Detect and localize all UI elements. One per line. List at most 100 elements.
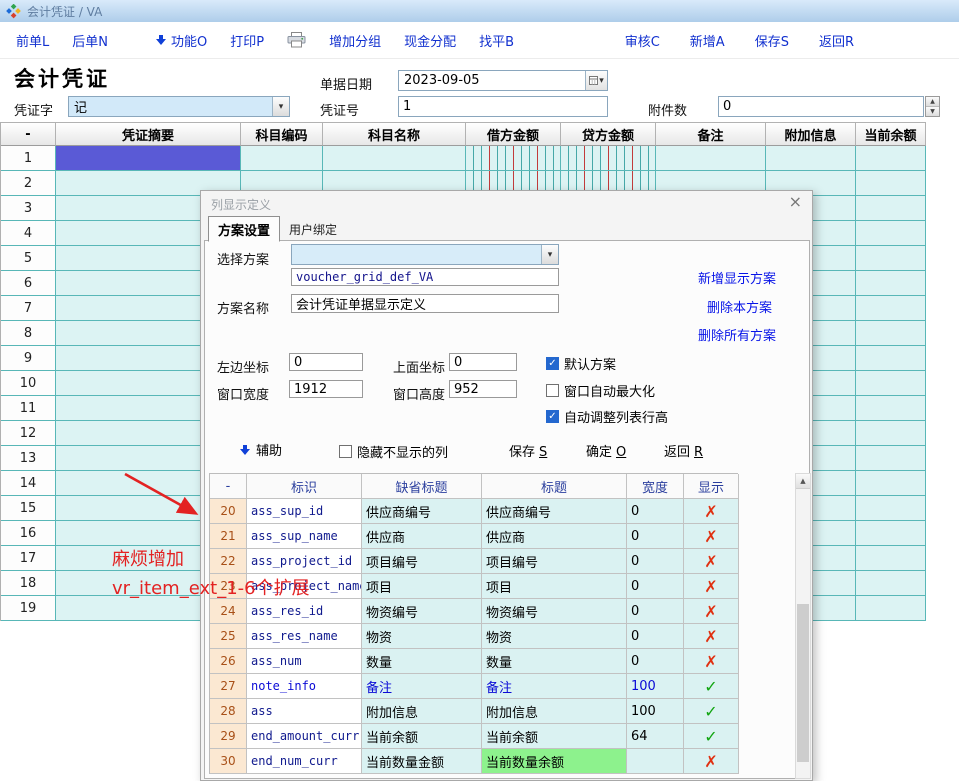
voucher-cell[interactable] [856,396,926,421]
voucher-word-select[interactable]: 记 ▾ [68,96,290,117]
def-col-title[interactable]: 项目 [482,574,627,599]
voucher-row-number[interactable]: 12 [1,421,56,446]
voucher-row-number[interactable]: 18 [1,571,56,596]
def-col-width[interactable]: 100 [627,699,684,724]
new-button[interactable]: 新增A [690,31,725,50]
def-row-number[interactable]: 26 [210,649,247,674]
def-col-id[interactable]: end_num_curr [247,749,362,774]
voucher-cell[interactable] [856,546,926,571]
voucher-cell[interactable] [856,196,926,221]
auto-maximize-checkbox[interactable]: 窗口自动最大化 [546,381,655,400]
top-coord-input[interactable] [449,353,517,371]
def-col-title[interactable]: 当前余额 [482,724,627,749]
voucher-row-number[interactable]: 17 [1,546,56,571]
def-col-id[interactable]: ass_project_id [247,549,362,574]
grid-header-col-3[interactable]: 科目名称 [323,122,466,146]
delete-scheme-link[interactable]: 删除本方案 [707,297,772,316]
def-col-show[interactable]: ✗ [684,649,739,674]
next-doc-button[interactable]: 后单N [72,31,108,50]
def-col-title[interactable]: 供应商编号 [482,499,627,524]
def-col-default-title[interactable]: 数量 [362,649,482,674]
def-col-show[interactable]: ✗ [684,524,739,549]
back-button[interactable]: 返回R [819,31,854,50]
voucher-cell[interactable] [856,221,926,246]
grid-header-col-0[interactable]: - [1,122,56,146]
dialog-ok-button[interactable]: 确定O [586,441,626,460]
def-col-width[interactable]: 100 [627,674,684,699]
scrollbar-thumb[interactable] [797,604,809,762]
balance-button[interactable]: 找平B [479,31,514,50]
left-coord-input[interactable] [289,353,363,371]
voucher-cell[interactable] [856,296,926,321]
def-col-id[interactable]: ass_sup_id [247,499,362,524]
voucher-row-number[interactable]: 7 [1,296,56,321]
voucher-cell[interactable] [856,446,926,471]
grid-header-col-1[interactable]: 凭证摘要 [56,122,241,146]
voucher-row-number[interactable]: 6 [1,271,56,296]
def-col-show[interactable]: ✗ [684,624,739,649]
voucher-cell[interactable] [856,371,926,396]
delete-all-schemes-link[interactable]: 删除所有方案 [698,325,776,344]
tab-user-binding[interactable]: 用户绑定 [280,218,346,241]
voucher-cell[interactable] [856,571,926,596]
def-col-title[interactable]: 物资编号 [482,599,627,624]
voucher-cell[interactable] [656,146,766,171]
grid-header-col-8[interactable]: 当前余额 [856,122,926,146]
def-col-width[interactable] [627,749,684,774]
grid-header-col-2[interactable]: 科目编码 [241,122,323,146]
def-col-width[interactable]: 0 [627,499,684,524]
voucher-cell[interactable] [856,271,926,296]
audit-button[interactable]: 审核C [625,31,660,50]
def-col-title[interactable]: 项目编号 [482,549,627,574]
def-table-header-5[interactable]: 显示 [684,474,739,499]
def-col-id[interactable]: ass_res_id [247,599,362,624]
hide-hidden-columns-checkbox[interactable]: 隐藏不显示的列 [339,442,448,461]
def-col-default-title[interactable]: 当前余额 [362,724,482,749]
voucher-cell[interactable] [323,146,466,171]
voucher-row-number[interactable]: 14 [1,471,56,496]
def-col-title[interactable]: 数量 [482,649,627,674]
attach-count-stepper[interactable]: ▲ ▼ [925,96,940,117]
save-button[interactable]: 保存S [755,31,789,50]
prev-doc-button[interactable]: 前单L [16,31,49,50]
scrollbar-up-icon[interactable]: ▲ [796,474,810,489]
def-row-number[interactable]: 30 [210,749,247,774]
voucher-cell[interactable] [466,146,561,171]
scheme-name-input[interactable] [291,294,559,313]
new-scheme-link[interactable]: 新增显示方案 [698,268,776,287]
def-col-width[interactable]: 0 [627,549,684,574]
def-col-title[interactable]: 供应商 [482,524,627,549]
add-group-button[interactable]: 增加分组 [329,31,381,50]
def-col-id[interactable]: note_info [247,674,362,699]
voucher-row-number[interactable]: 5 [1,246,56,271]
def-col-width[interactable]: 0 [627,649,684,674]
voucher-cell[interactable] [856,521,926,546]
def-table-header-2[interactable]: 缺省标题 [362,474,482,499]
window-height-input[interactable] [449,380,517,398]
voucher-row-number[interactable]: 15 [1,496,56,521]
def-col-title[interactable]: 附加信息 [482,699,627,724]
def-table-header-3[interactable]: 标题 [482,474,627,499]
def-col-default-title[interactable]: 当前数量金额 [362,749,482,774]
voucher-row-number[interactable]: 10 [1,371,56,396]
def-col-default-title[interactable]: 供应商编号 [362,499,482,524]
def-col-show[interactable]: ✓ [684,699,739,724]
def-col-default-title[interactable]: 项目编号 [362,549,482,574]
close-icon[interactable]: × [789,193,802,211]
voucher-cell[interactable] [856,471,926,496]
def-col-width[interactable]: 0 [627,624,684,649]
def-col-default-title[interactable]: 备注 [362,674,482,699]
def-row-number[interactable]: 28 [210,699,247,724]
def-col-show[interactable]: ✗ [684,599,739,624]
def-col-id[interactable]: ass_sup_name [247,524,362,549]
spinner-up-icon[interactable]: ▲ [926,97,939,107]
voucher-cell[interactable] [856,496,926,521]
def-col-show[interactable]: ✓ [684,674,739,699]
voucher-cell[interactable] [856,146,926,171]
def-col-width[interactable]: 0 [627,574,684,599]
def-col-show[interactable]: ✓ [684,724,739,749]
def-col-id[interactable]: end_amount_curr [247,724,362,749]
attach-count-input[interactable] [718,96,924,117]
voucher-row-number[interactable]: 16 [1,521,56,546]
def-col-title[interactable]: 物资 [482,624,627,649]
